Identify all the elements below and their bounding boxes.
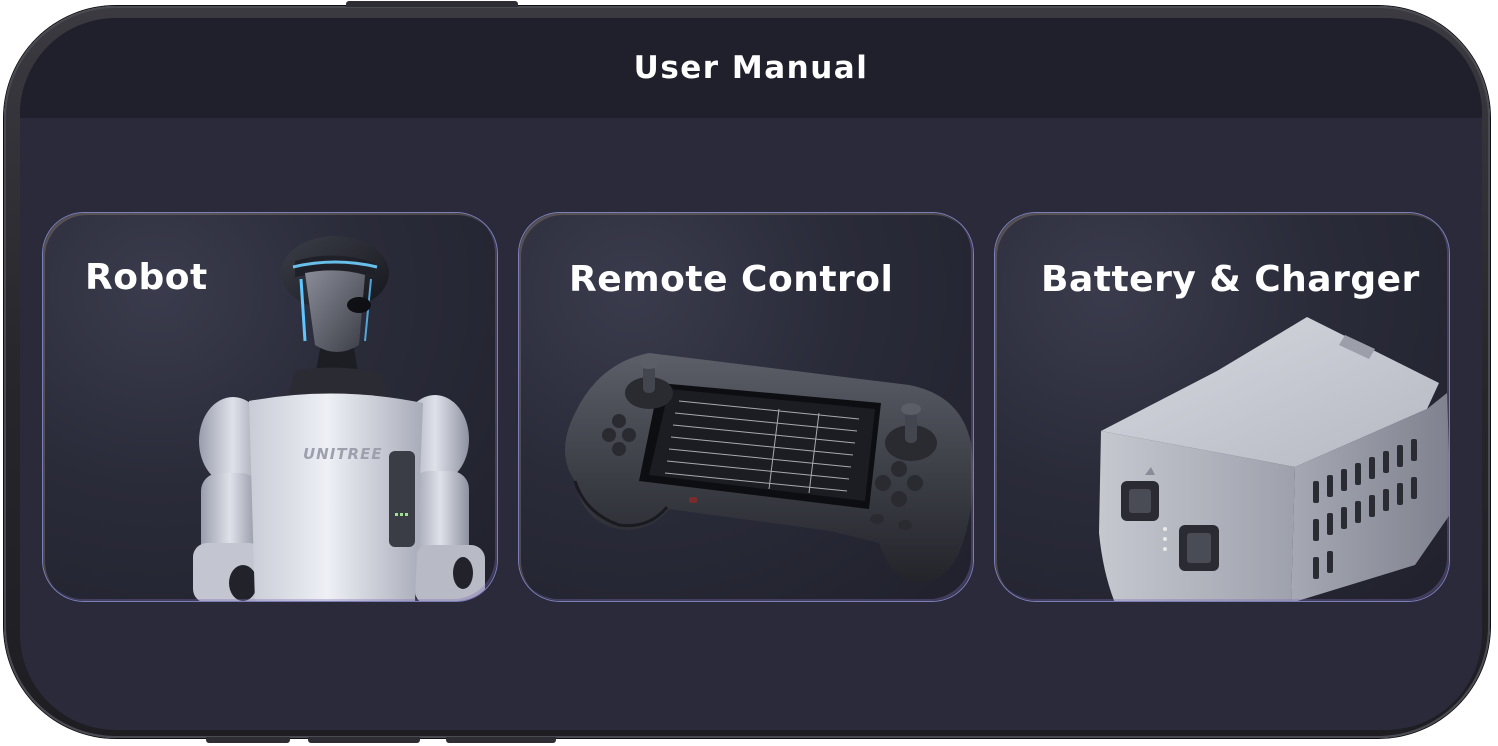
- top-bar: User Manual: [20, 18, 1482, 118]
- robot-card-label: Robot: [85, 257, 208, 298]
- phone-side-button: [206, 737, 290, 743]
- phone-side-button: [446, 737, 556, 743]
- page-title: User Manual: [633, 50, 869, 86]
- app-screen: User Manual UNITREE Robot Remote Control…: [20, 18, 1482, 730]
- battery-charger-manual-card[interactable]: Battery & Charger: [994, 212, 1450, 602]
- phone-side-button: [346, 1, 518, 7]
- remote-control-card-label: Remote Control: [569, 259, 894, 300]
- robot-manual-card[interactable]: UNITREE Robot: [42, 212, 498, 602]
- battery-charger-card-label: Battery & Charger: [1041, 259, 1420, 300]
- phone-side-button: [308, 737, 420, 743]
- remote-control-manual-card[interactable]: Remote Control: [518, 212, 974, 602]
- robot-logo-text: UNITREE: [303, 445, 383, 463]
